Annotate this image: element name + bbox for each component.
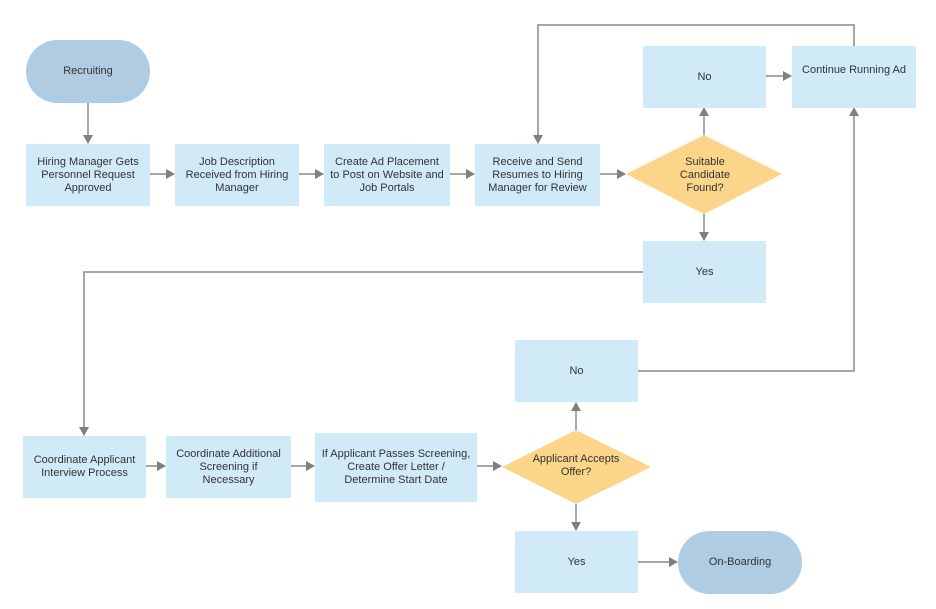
terminal-onboarding-label: On-Boarding [708, 556, 772, 568]
terminal-recruiting-label: Recruiting [63, 65, 113, 77]
process-no-1-label: No [697, 70, 712, 83]
process-no-2-label: No [569, 364, 584, 377]
process-yes-2[interactable]: Yes [515, 531, 638, 593]
decision-suitable-candidate[interactable]: Suitable Candidate Found? [660, 150, 750, 200]
process-job-description-label: Job Description Received from Hiring Man… [185, 155, 289, 194]
terminal-onboarding[interactable]: On-Boarding [678, 531, 802, 594]
process-create-ad-label: Create Ad Placement to Post on Website a… [330, 155, 444, 194]
process-create-offer-label: If Applicant Passes Screening, Create Of… [321, 448, 471, 486]
process-coordinate-interview[interactable]: Coordinate Applicant Interview Process [23, 436, 146, 498]
process-coordinate-interview-label: Coordinate Applicant Interview Process [33, 454, 136, 479]
process-hiring-manager[interactable]: Hiring Manager Gets Personnel Request Ap… [26, 144, 150, 206]
process-yes-1-label: Yes [695, 265, 714, 278]
decision-suitable-candidate-label: Suitable Candidate Found? [679, 155, 731, 194]
process-continue-ad[interactable]: Continue Running Ad [792, 46, 916, 108]
terminal-recruiting[interactable]: Recruiting [26, 40, 150, 103]
process-coordinate-screening-label: Coordinate Additional Screening if Neces… [176, 447, 281, 486]
decision-accepts-offer[interactable]: Applicant Accepts Offer? [526, 448, 626, 484]
process-create-offer[interactable]: If Applicant Passes Screening, Create Of… [315, 433, 477, 502]
process-receive-resumes-label: Receive and Send Resumes to Hiring Manag… [488, 155, 587, 194]
process-hiring-manager-label: Hiring Manager Gets Personnel Request Ap… [37, 155, 139, 194]
process-no-2[interactable]: No [515, 340, 638, 402]
process-receive-resumes[interactable]: Receive and Send Resumes to Hiring Manag… [475, 144, 600, 206]
process-coordinate-screening[interactable]: Coordinate Additional Screening if Neces… [166, 436, 291, 498]
process-yes-1[interactable]: Yes [643, 241, 766, 303]
process-no-1[interactable]: No [643, 46, 766, 108]
decision-accepts-offer-label: Applicant Accepts Offer? [532, 453, 620, 478]
process-job-description[interactable]: Job Description Received from Hiring Man… [175, 144, 299, 206]
connector-no2-to-continue [638, 107, 859, 372]
process-continue-ad-label: Continue Running Ad [802, 64, 906, 76]
process-create-ad[interactable]: Create Ad Placement to Post on Website a… [324, 144, 450, 206]
process-yes-2-label: Yes [567, 555, 586, 568]
